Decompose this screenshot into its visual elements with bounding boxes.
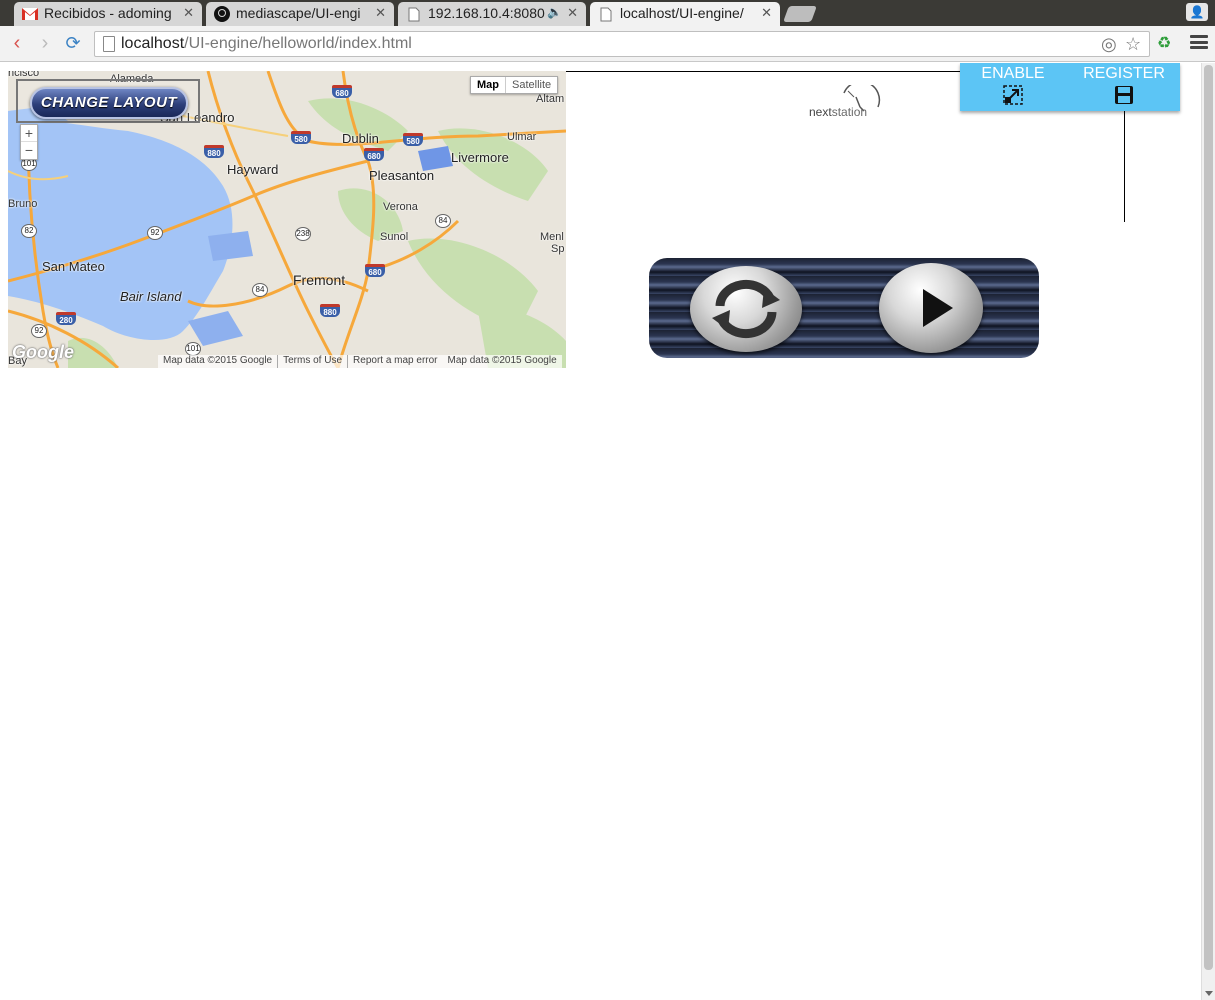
close-icon[interactable]: ✕	[567, 5, 578, 21]
map-type-control: Map Satellite	[470, 76, 559, 94]
menu-icon[interactable]	[1190, 35, 1208, 49]
register-button[interactable]: REGISTER	[1074, 65, 1174, 105]
page-icon	[103, 36, 115, 52]
highway-shield: 680	[332, 85, 352, 98]
play-icon	[923, 289, 953, 327]
map-label: Ulmar	[507, 131, 537, 143]
resize-icon	[1003, 85, 1023, 105]
vertical-scrollbar[interactable]	[1201, 63, 1215, 1000]
refresh-button[interactable]	[690, 266, 802, 352]
route-shield: 238	[295, 227, 311, 241]
map-attribution: Map data ©2015 Google	[163, 355, 273, 366]
map-label: Sunol	[380, 231, 409, 243]
zoom-out-button[interactable]: −	[21, 142, 37, 159]
page-icon	[406, 6, 422, 22]
close-icon[interactable]: ✕	[183, 5, 194, 21]
map-type-map-button[interactable]: Map	[471, 77, 506, 93]
tab-ip[interactable]: 192.168.10.4:8080 🔈 ✕	[398, 2, 586, 26]
highway-shield: 680	[364, 148, 384, 161]
route-shield: 101	[185, 342, 201, 356]
terms-link[interactable]: Terms of Use	[277, 355, 347, 368]
map-footer: Map data ©2015 Google Terms of Use Repor…	[158, 355, 562, 368]
highway-shield: 880	[320, 304, 340, 317]
route-shield: 92	[31, 324, 47, 338]
map-label: Sp	[551, 243, 565, 255]
page-icon	[598, 6, 614, 22]
panel-border-right	[1124, 108, 1125, 222]
back-button[interactable]: ‹	[6, 32, 28, 54]
new-tab-button[interactable]	[783, 6, 817, 22]
play-button[interactable]	[879, 263, 983, 353]
scroll-down-arrow-icon[interactable]	[1205, 991, 1213, 996]
map-label: ncisco	[8, 71, 40, 79]
gmail-icon	[22, 6, 38, 22]
map-label: San Mateo	[42, 259, 105, 274]
github-icon	[214, 6, 230, 22]
map-label: Altam	[536, 93, 565, 105]
scrollbar-thumb[interactable]	[1204, 65, 1213, 970]
map-label: Verona	[383, 201, 418, 213]
map-label: Bruno	[8, 198, 38, 210]
tab-gmail[interactable]: Recibidos - adoming ✕	[14, 2, 202, 26]
zoom-control: + −	[20, 124, 38, 160]
register-label: REGISTER	[1083, 65, 1165, 82]
highway-shield: 580	[403, 133, 423, 146]
map-label: Hayward	[227, 162, 279, 177]
save-icon	[1115, 86, 1133, 104]
url-text: localhost/UI-engine/helloworld/index.htm…	[121, 35, 412, 52]
refresh-icon	[712, 279, 780, 339]
location-icon[interactable]: ◎	[1101, 34, 1117, 55]
highway-shield: 880	[204, 145, 224, 158]
zoom-in-button[interactable]: +	[21, 125, 37, 142]
route-shield: 84	[435, 214, 451, 228]
highway-shield: 280	[56, 312, 76, 325]
page-viewport: ncisco Alameda San Leandro Altam Ulmar D…	[0, 63, 1201, 1000]
change-layout-container: CHANGE LAYOUT	[16, 79, 200, 123]
highway-shield: 580	[291, 131, 311, 144]
reload-button[interactable]: ⟳	[62, 32, 84, 54]
speaker-icon[interactable]: 🔈	[547, 5, 562, 19]
close-icon[interactable]: ✕	[761, 5, 772, 21]
close-icon[interactable]: ✕	[375, 5, 386, 21]
map-label: Dublin	[342, 131, 379, 146]
media-player	[649, 258, 1039, 358]
extension-icon[interactable]: ♻	[1157, 33, 1175, 53]
address-bar[interactable]: localhost/UI-engine/helloworld/index.htm…	[94, 31, 1150, 57]
enable-label: ENABLE	[981, 65, 1045, 82]
google-logo: Google	[12, 342, 74, 362]
logo-text: nextstation	[809, 105, 868, 119]
bookmark-star-icon[interactable]: ☆	[1125, 34, 1141, 55]
nextstation-logo: nextstation	[808, 80, 888, 121]
browser-toolbar: ‹ › ⟳ localhost/UI-engine/helloworld/ind…	[0, 26, 1215, 62]
profile-icon[interactable]: 👤	[1186, 3, 1208, 21]
map-widget[interactable]: ncisco Alameda San Leandro Altam Ulmar D…	[8, 71, 566, 368]
tab-strip: Recibidos - adoming ✕ mediascape/UI-engi…	[0, 0, 1215, 26]
highway-shield: 680	[365, 264, 385, 277]
map-type-satellite-button[interactable]: Satellite	[506, 77, 557, 93]
map-label: Bair Island	[120, 289, 182, 304]
map-label: Pleasanton	[369, 168, 435, 183]
route-shield: 82	[21, 224, 37, 238]
map-attribution: Map data ©2015 Google	[447, 355, 557, 366]
enable-button[interactable]: ENABLE	[963, 65, 1063, 105]
route-shield: 92	[147, 226, 163, 240]
report-map-error-link[interactable]: Report a map error	[347, 355, 442, 368]
map-label: Menl	[540, 231, 564, 243]
change-layout-button[interactable]: CHANGE LAYOUT	[30, 87, 188, 119]
tab-github[interactable]: mediascape/UI-engi ✕	[206, 2, 394, 26]
forward-button[interactable]: ›	[34, 32, 56, 54]
map-label: Livermore	[451, 150, 509, 165]
control-box: ENABLE REGISTER	[960, 63, 1180, 111]
map-label: Fremont	[293, 272, 346, 288]
tab-localhost[interactable]: localhost/UI-engine/ ✕	[590, 2, 780, 26]
route-shield: 84	[252, 283, 268, 297]
